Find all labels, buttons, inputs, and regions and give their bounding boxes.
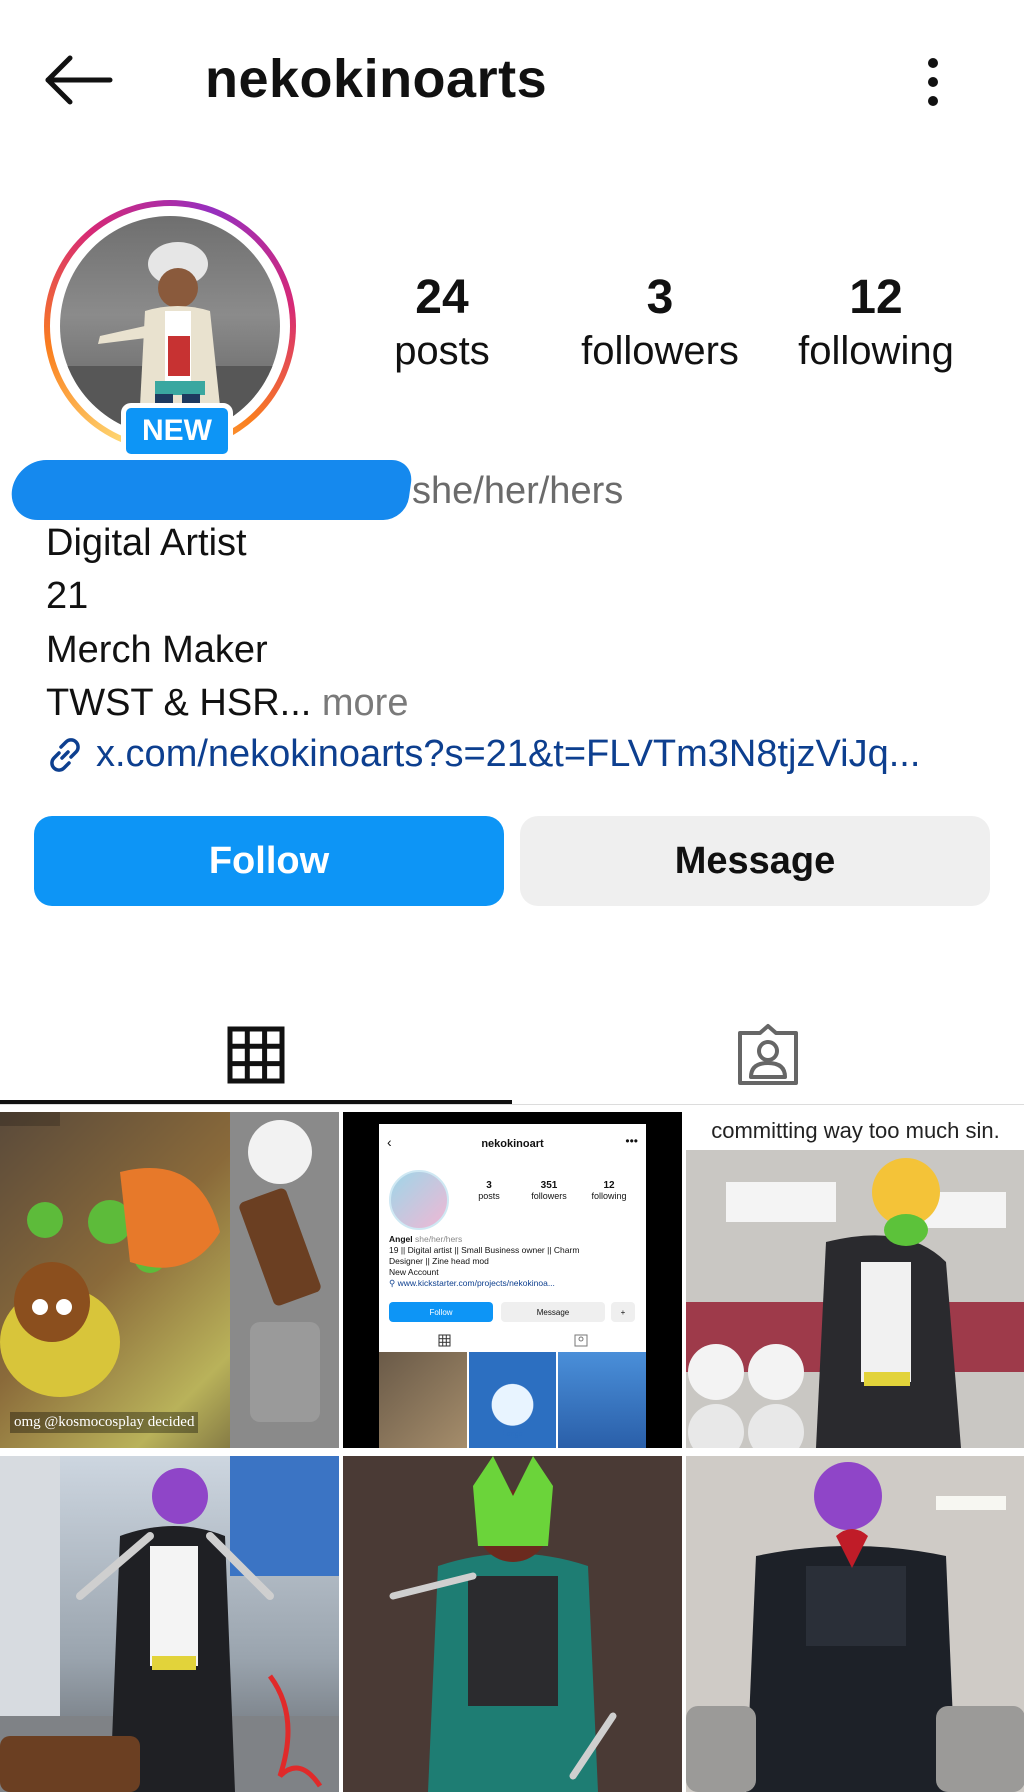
post-image [343,1456,682,1792]
more-options-button[interactable] [905,52,961,112]
post-thumbnail[interactable] [343,1456,682,1792]
mini-following-label: following [591,1191,627,1201]
message-button[interactable]: Message [520,816,990,906]
following-stat[interactable]: 12 following [776,271,976,377]
mini-tabs [438,1334,588,1347]
followers-stat[interactable]: 3 followers [560,271,760,377]
bio-line: Digital Artist [46,522,247,564]
posts-stat: 24 posts [342,271,542,377]
mini-posts-label: posts [478,1191,500,1201]
following-count: 12 [849,271,903,324]
pronouns: she/her/hers [412,470,624,512]
mini-followers-stat: 351 followers [519,1180,579,1201]
posts-label: posts [394,328,490,373]
mini-bio-line: Designer || Zine head mod [389,1256,489,1266]
following-label: following [798,328,954,373]
mini-followers-label: followers [531,1191,567,1201]
mini-posts-stat: 3 posts [459,1180,519,1201]
mini-thumb: Langa [468,1352,557,1448]
mini-link-text: www.kickstarter.com/projects/nekokinoa..… [397,1278,555,1288]
post-thumbnail[interactable] [686,1456,1024,1792]
arrow-left-icon [45,55,113,105]
tab-divider [0,1104,1024,1105]
bio-line: Merch Maker [46,629,268,671]
mini-bio-line: New Account [389,1267,439,1277]
bio-line-truncated: TWST & HSR... more [46,682,408,725]
mini-thumb-caption: Langa [502,1429,523,1438]
bio-more-link[interactable]: more [322,682,409,724]
tab-tagged[interactable] [512,1000,1024,1110]
post-caption: committing way too much sin. [686,1112,1024,1150]
tab-posts-grid[interactable] [0,1000,512,1110]
mini-thumbnails: Langa [379,1352,646,1448]
kebab-dot-icon [928,96,938,106]
tagged-icon [738,1024,798,1085]
post-image [686,1456,1024,1792]
post-image [686,1112,1024,1448]
post-image [0,1456,339,1792]
followers-label: followers [581,328,739,373]
embedded-profile-screenshot: ‹ nekokinoart ••• 3 posts 351 followers 12… [379,1124,646,1448]
redacted-display-name [7,460,415,520]
post-caption: omg @kosmocosplay decided [10,1412,199,1433]
follow-button[interactable]: Follow [34,816,504,906]
mini-bio-line: 19 || Digital artist || Small Business o… [389,1245,580,1255]
mini-following-count: 12 [603,1180,615,1191]
mini-bio: Angel she/her/hers 19 || Digital artist … [389,1234,639,1289]
mini-thumb [379,1352,467,1448]
post-thumbnail[interactable] [0,1456,339,1792]
posts-count: 24 [415,271,469,324]
mini-follow-button: Follow [389,1302,493,1322]
kebab-dot-icon [928,77,938,87]
bio-link-text: x.com/nekokinoarts?s=21&t=FLVTm3N8tjzViJ… [96,733,921,775]
profile-username-title: nekokinoarts [205,49,548,109]
bio-external-link[interactable]: x.com/nekokinoarts?s=21&t=FLVTm3N8tjzViJ… [44,733,920,776]
new-badge: NEW [121,403,233,459]
followers-count: 3 [646,271,674,324]
grid-icon [227,1026,285,1084]
back-button[interactable] [40,50,120,110]
bio-line-text: TWST & HSR... [46,682,312,724]
post-thumbnail[interactable]: omg @kosmocosplay decided [0,1112,339,1448]
mini-followers-count: 351 [540,1180,558,1191]
mini-thumb [558,1352,646,1448]
mini-add-user-icon: + [611,1302,635,1322]
kebab-dot-icon [928,58,938,68]
mini-link: ⚲ www.kickstarter.com/projects/nekokinoa… [389,1278,555,1288]
post-image [0,1112,339,1448]
post-thumbnail[interactable]: ‹ nekokinoart ••• 3 posts 351 followers 12… [343,1112,682,1448]
bio-line: 21 [46,575,89,617]
mini-more-icon: ••• [625,1134,638,1148]
mini-posts-count: 3 [486,1180,492,1191]
mini-username: nekokinoart [481,1138,544,1150]
mini-name: Angel [389,1234,413,1244]
mini-avatar [389,1170,449,1230]
mini-pronouns: she/her/hers [415,1234,463,1244]
link-icon [50,737,80,772]
mini-message-button: Message [501,1302,605,1322]
post-thumbnail[interactable]: committing way too much sin. [686,1112,1024,1448]
mini-following-stat: 12 following [579,1180,639,1201]
